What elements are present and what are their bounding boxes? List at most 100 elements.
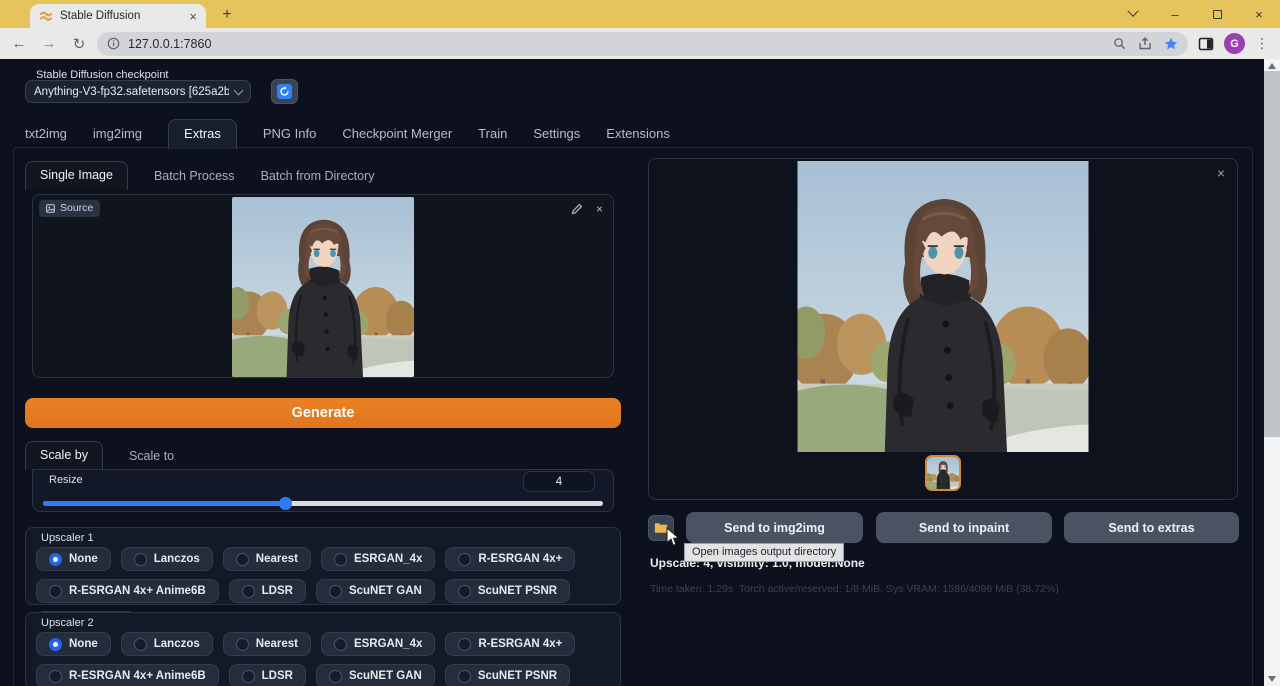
radio-icon bbox=[242, 670, 255, 683]
window-controls: – × bbox=[1112, 0, 1280, 28]
send-to-img2img-button[interactable]: Send to img2img bbox=[686, 512, 863, 543]
upscaler2-options: None Lanczos Nearest ESRGAN_4x R-ESRGAN … bbox=[36, 632, 614, 686]
upscaler2-option-none[interactable]: None bbox=[36, 632, 111, 656]
upscaler1-option-scunet-gan[interactable]: ScuNET GAN bbox=[316, 579, 435, 603]
browser-toolbar: ← → ↻ 127.0.0.1:7860 bbox=[0, 28, 1280, 59]
upscaler2-option-lanczos[interactable]: Lanczos bbox=[121, 632, 213, 656]
tab-extensions[interactable]: Extensions bbox=[606, 126, 670, 148]
upscaler2-option-scunet-psnr[interactable]: ScuNET PSNR bbox=[445, 664, 570, 686]
tab-scale-by[interactable]: Scale by bbox=[25, 441, 103, 470]
main-tab-bar: txt2img img2img Extras PNG Info Checkpoi… bbox=[25, 119, 670, 148]
source-image-dropzone[interactable]: Source × bbox=[32, 194, 614, 378]
gallery-thumbnail-selected[interactable] bbox=[925, 455, 961, 491]
tab-img2img[interactable]: img2img bbox=[93, 126, 142, 148]
resize-number-input[interactable] bbox=[523, 471, 595, 492]
upscaler2-option-scunet-gan[interactable]: ScuNET GAN bbox=[316, 664, 435, 686]
upscaler2-option-r-esrgan-anime6b[interactable]: R-ESRGAN 4x+ Anime6B bbox=[36, 664, 219, 686]
forward-icon[interactable]: → bbox=[37, 32, 61, 56]
radio-icon bbox=[334, 638, 347, 651]
radio-icon bbox=[134, 553, 147, 566]
send-to-inpaint-button[interactable]: Send to inpaint bbox=[876, 512, 1052, 543]
tab-checkpoint-merger[interactable]: Checkpoint Merger bbox=[342, 126, 452, 148]
upscaler1-option-none[interactable]: None bbox=[36, 547, 111, 571]
tab-txt2img[interactable]: txt2img bbox=[25, 126, 67, 148]
upscaler2-option-ldsr[interactable]: LDSR bbox=[229, 664, 306, 686]
upscaler1-option-r-esrgan-anime6b[interactable]: R-ESRGAN 4x+ Anime6B bbox=[36, 579, 219, 603]
source-tools: × bbox=[571, 202, 603, 216]
resize-label: Resize bbox=[49, 474, 83, 486]
profile-avatar[interactable]: G bbox=[1224, 33, 1245, 54]
bookmark-star-icon[interactable] bbox=[1164, 37, 1178, 51]
side-panel-icon[interactable] bbox=[1198, 36, 1214, 52]
scrollbar-thumb[interactable] bbox=[1264, 71, 1280, 437]
image-icon bbox=[46, 204, 55, 213]
checkpoint-dropdown[interactable]: Anything-V3-fp32.safetensors [625a2ba2] bbox=[25, 80, 251, 103]
radio-icon bbox=[134, 638, 147, 651]
tab-close-icon[interactable]: × bbox=[189, 10, 197, 23]
radio-icon bbox=[236, 638, 249, 651]
generate-button[interactable]: Generate bbox=[25, 398, 621, 428]
radio-icon bbox=[458, 670, 471, 683]
upscaler1-option-scunet-psnr[interactable]: ScuNET PSNR bbox=[445, 579, 570, 603]
stable-diffusion-favicon bbox=[39, 9, 53, 23]
zoom-icon[interactable] bbox=[1113, 37, 1126, 50]
refresh-checkpoints-button[interactable] bbox=[271, 79, 298, 104]
reload-icon[interactable]: ↻ bbox=[67, 32, 91, 56]
resize-slider[interactable] bbox=[43, 497, 603, 509]
radio-icon bbox=[458, 585, 471, 598]
minimize-button[interactable]: – bbox=[1154, 0, 1196, 28]
upscaler1-option-lanczos[interactable]: Lanczos bbox=[121, 547, 213, 571]
send-to-extras-button[interactable]: Send to extras bbox=[1064, 512, 1239, 543]
thumbnail-image bbox=[927, 457, 959, 489]
new-tab-button[interactable]: + bbox=[217, 5, 237, 25]
radio-icon bbox=[329, 585, 342, 598]
slider-fill bbox=[43, 501, 285, 506]
source-chip: Source bbox=[39, 200, 100, 217]
source-image bbox=[232, 197, 414, 377]
page-scrollbar[interactable] bbox=[1264, 59, 1280, 686]
tab-single-image[interactable]: Single Image bbox=[25, 161, 128, 190]
upscaler1-option-ldsr[interactable]: LDSR bbox=[229, 579, 306, 603]
tab-settings[interactable]: Settings bbox=[533, 126, 580, 148]
scale-mode-tabs: Scale by Scale to bbox=[25, 442, 174, 470]
close-gallery-icon[interactable]: × bbox=[1217, 165, 1225, 181]
address-bar[interactable]: 127.0.0.1:7860 bbox=[97, 32, 1188, 56]
tab-title: Stable Diffusion bbox=[60, 10, 182, 22]
extras-mode-tabs: Single Image Batch Process Batch from Di… bbox=[25, 161, 374, 190]
upscaler2-block: Upscaler 2 None Lanczos Nearest ESRGAN_4… bbox=[25, 612, 621, 686]
radio-selected-icon bbox=[49, 553, 62, 566]
share-icon[interactable] bbox=[1138, 37, 1152, 50]
back-icon[interactable]: ← bbox=[7, 32, 31, 56]
upscaler1-option-r-esrgan-4x[interactable]: R-ESRGAN 4x+ bbox=[445, 547, 575, 571]
upscaler2-option-esrgan-4x[interactable]: ESRGAN_4x bbox=[321, 632, 435, 656]
slider-handle[interactable] bbox=[279, 497, 292, 510]
radio-icon bbox=[329, 670, 342, 683]
upscaler2-option-r-esrgan-4x[interactable]: R-ESRGAN 4x+ bbox=[445, 632, 575, 656]
close-window-button[interactable]: × bbox=[1238, 0, 1280, 28]
browser-tab[interactable]: Stable Diffusion × bbox=[30, 4, 206, 28]
tab-train[interactable]: Train bbox=[478, 126, 507, 148]
upscaler2-option-nearest[interactable]: Nearest bbox=[223, 632, 311, 656]
site-info-icon[interactable] bbox=[107, 37, 120, 50]
tab-extras[interactable]: Extras bbox=[168, 119, 237, 149]
tab-batch-process[interactable]: Batch Process bbox=[154, 169, 235, 190]
browser-window: Stable Diffusion × + – × ← → ↻ 127.0.0.1… bbox=[0, 0, 1280, 686]
edit-pencil-icon[interactable] bbox=[571, 203, 583, 215]
tab-scale-to[interactable]: Scale to bbox=[129, 449, 174, 470]
resize-block: Resize bbox=[32, 469, 614, 512]
scroll-down-icon[interactable] bbox=[1268, 676, 1276, 682]
tab-search-icon[interactable] bbox=[1112, 0, 1154, 28]
result-image[interactable] bbox=[798, 161, 1089, 452]
scroll-up-icon[interactable] bbox=[1268, 63, 1276, 69]
browser-menu-icon[interactable]: ⋮ bbox=[1255, 35, 1269, 52]
radio-icon bbox=[458, 638, 471, 651]
clear-image-icon[interactable]: × bbox=[596, 202, 603, 216]
upscaler1-option-esrgan-4x[interactable]: ESRGAN_4x bbox=[321, 547, 435, 571]
upscaler1-option-nearest[interactable]: Nearest bbox=[223, 547, 311, 571]
tab-png-info[interactable]: PNG Info bbox=[263, 126, 316, 148]
maximize-button[interactable] bbox=[1196, 0, 1238, 28]
upscaler2-label: Upscaler 2 bbox=[41, 617, 94, 629]
tab-batch-from-directory[interactable]: Batch from Directory bbox=[261, 169, 375, 190]
radio-icon bbox=[334, 553, 347, 566]
browser-titlebar: Stable Diffusion × + – × bbox=[0, 0, 1280, 28]
